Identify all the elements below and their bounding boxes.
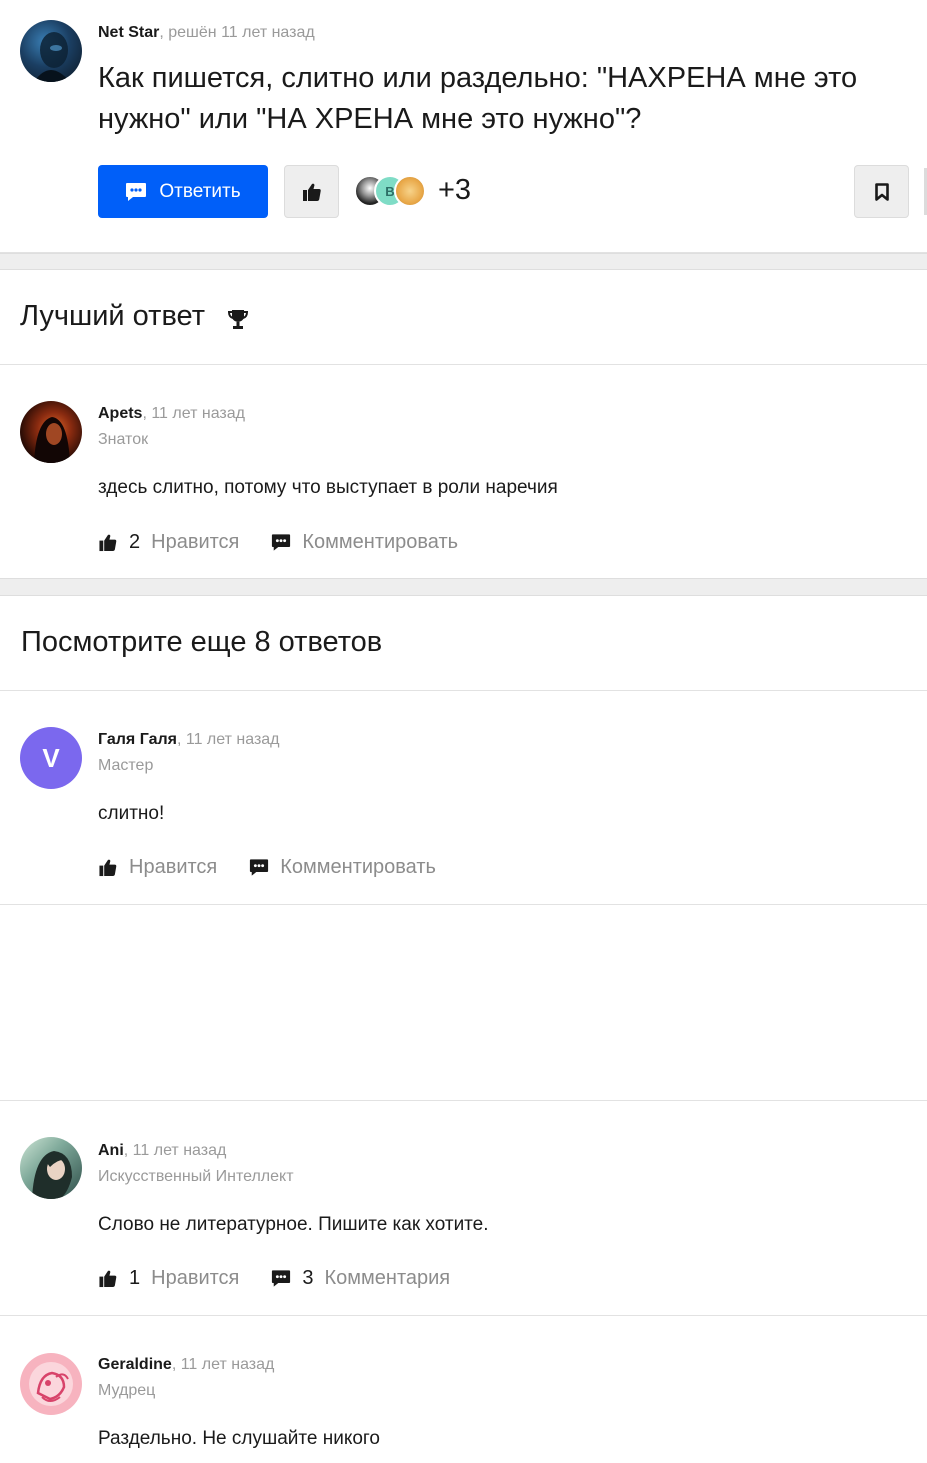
thumbs-up-icon — [302, 183, 321, 201]
answer-button[interactable]: Ответить — [98, 165, 268, 218]
answer-text: Раздельно. Не слушайте никого — [98, 1428, 381, 1449]
avatar-image — [32, 1151, 72, 1199]
question-time: , решён 11 лет назад — [159, 24, 315, 41]
answer-author-name[interactable]: Apets — [98, 405, 142, 422]
bookmark-button[interactable] — [854, 165, 909, 218]
like-count: 2 — [129, 530, 141, 553]
answer-author-avatar[interactable] — [20, 1353, 82, 1415]
bookmark-icon — [874, 182, 889, 201]
section-divider — [0, 578, 927, 596]
avatar-image — [29, 1362, 73, 1406]
answer-time: , 11 лет назад — [171, 1356, 275, 1373]
answer-text: слитно! — [98, 803, 165, 824]
best-answer: Apets, 11 лет назад Знаток здесь слитно,… — [0, 365, 927, 578]
answer-meta: Ani, 11 лет назад — [98, 1142, 226, 1160]
comment-label: Комментария — [324, 1266, 451, 1289]
answer-item: V Галя Галя, 11 лет назад Мастер слитно!… — [0, 691, 927, 905]
answer-meta: Geraldine, 11 лет назад — [98, 1356, 274, 1374]
answer-author-rank: Мастер — [98, 757, 154, 774]
empty-ad-slot — [0, 905, 927, 1101]
answer-author-avatar[interactable]: V — [20, 727, 82, 789]
thumbs-up-icon — [99, 1270, 117, 1287]
answer-actions: Нравится Комментировать — [98, 853, 468, 881]
answer-meta: Галя Галя, 11 лет назад — [98, 731, 280, 749]
avatar-letter: V — [42, 742, 60, 773]
avatar-image — [34, 417, 70, 463]
like-question-button[interactable] — [284, 165, 339, 218]
question-author-name[interactable]: Net Star — [98, 24, 159, 41]
answer-meta: Apets, 11 лет назад — [98, 405, 245, 423]
trophy-icon — [227, 310, 249, 329]
comment-label: Комментировать — [280, 855, 436, 878]
like-label: Нравится — [129, 855, 218, 878]
like-count: 1 — [129, 1266, 141, 1289]
like-label: Нравится — [151, 1266, 240, 1289]
thumbs-up-icon — [99, 534, 117, 551]
answer-actions: 2 Нравится Комментировать — [98, 528, 490, 556]
answer-author-rank: Знаток — [98, 431, 149, 448]
section-divider — [0, 253, 927, 270]
comment-button[interactable]: Комментировать — [271, 531, 458, 554]
like-button[interactable]: 1 Нравится — [98, 1267, 239, 1290]
answer-text: здесь слитно, потому что выступает в рол… — [98, 477, 558, 498]
answer-author-avatar[interactable] — [20, 401, 82, 463]
like-button[interactable]: 2 Нравится — [98, 531, 239, 554]
best-answer-title: Лучший ответ — [20, 300, 205, 332]
answer-time: , 11 лет назад — [176, 731, 280, 748]
likers-extra-count[interactable]: +3 — [438, 174, 471, 207]
answer-time: , 11 лет назад — [142, 405, 245, 422]
avatar-image — [34, 32, 70, 82]
comment-icon — [272, 1269, 291, 1287]
answer-author-name[interactable]: Галя Галя — [98, 731, 177, 748]
comment-icon — [126, 182, 147, 201]
question-meta: Net Star, решён 11 лет назад — [98, 24, 315, 42]
question-author-avatar[interactable] — [20, 20, 82, 82]
like-button[interactable]: Нравится — [98, 856, 217, 879]
answer-author-rank: Искусственный Интеллект — [98, 1168, 294, 1185]
answer-author-name[interactable]: Geraldine — [98, 1356, 172, 1373]
answer-text: Слово не литературное. Пишите как хотите… — [98, 1214, 489, 1235]
more-answers-header: Посмотрите еще 8 ответов — [0, 596, 927, 691]
answer-button-label: Ответить — [159, 180, 241, 202]
comment-button[interactable]: Комментировать — [249, 856, 436, 879]
thumbs-up-icon — [99, 859, 117, 876]
answer-author-rank: Мудрец — [98, 1382, 156, 1399]
more-answers-title: Посмотрите еще 8 ответов — [21, 626, 383, 658]
likers-avatars[interactable]: В — [354, 175, 429, 209]
answer-author-name[interactable]: Ani — [98, 1142, 124, 1159]
comment-count: 3 — [302, 1266, 314, 1289]
answer-item: Geraldine, 11 лет назад Мудрец Раздельно… — [0, 1316, 927, 1463]
like-label: Нравится — [151, 530, 240, 553]
best-answer-header: Лучший ответ — [0, 270, 927, 365]
answer-time: , 11 лет назад — [123, 1142, 227, 1159]
comments-button[interactable]: 3 Комментария — [271, 1267, 450, 1290]
liker-avatar — [394, 175, 426, 207]
question-title: Как пишется, слитно или раздельно: "НАХР… — [98, 62, 858, 135]
answer-item: Ani, 11 лет назад Искусственный Интеллек… — [0, 1101, 927, 1316]
answer-actions: 1 Нравится 3 Комментария — [98, 1264, 482, 1292]
question-block: Net Star, решён 11 лет назад Как пишется… — [0, 0, 927, 253]
comment-icon — [250, 858, 269, 876]
comment-icon — [272, 533, 291, 551]
comment-label: Комментировать — [302, 530, 459, 553]
answer-author-avatar[interactable] — [20, 1137, 82, 1199]
